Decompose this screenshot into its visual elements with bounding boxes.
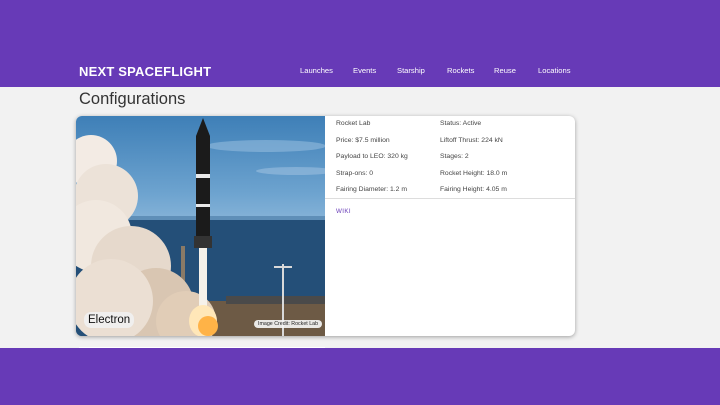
rocket-card: Electron Image Credit: Rocket Lab Rocket… bbox=[76, 116, 575, 336]
brand-logo[interactable]: NEXT SPACEFLIGHT bbox=[79, 64, 211, 79]
navbar: NEXT SPACEFLIGHT Launches Events Starshi… bbox=[0, 56, 720, 87]
fairing-height: Fairing Height: 4.05 m bbox=[440, 186, 507, 193]
nav-locations[interactable]: Locations bbox=[538, 66, 571, 75]
nav-starship[interactable]: Starship bbox=[397, 66, 425, 75]
rocket-height: Rocket Height: 18.0 m bbox=[440, 170, 508, 177]
divider bbox=[325, 198, 575, 199]
rocket-details: Rocket Lab Status: Active Price: $7.5 mi… bbox=[325, 116, 575, 336]
manufacturer: Rocket Lab bbox=[336, 120, 371, 127]
fairing-diameter: Fairing Diameter: 1.2 m bbox=[336, 186, 408, 193]
payload-leo: Payload to LEO: 320 kg bbox=[336, 153, 408, 160]
status: Status: Active bbox=[440, 120, 482, 127]
launch-photo bbox=[76, 118, 325, 336]
nav-launches[interactable]: Launches bbox=[300, 66, 333, 75]
liftoff-thrust: Liftoff Thrust: 224 kN bbox=[440, 137, 503, 144]
image-credit: Image Credit: Rocket Lab bbox=[254, 320, 323, 328]
rocket-image[interactable]: Electron Image Credit: Rocket Lab bbox=[76, 116, 325, 336]
nav-reuse[interactable]: Reuse bbox=[494, 66, 516, 75]
rocket-name-label: Electron bbox=[84, 312, 135, 328]
bottom-band bbox=[0, 348, 720, 405]
stages: Stages: 2 bbox=[440, 153, 469, 160]
nav-rockets[interactable]: Rockets bbox=[447, 66, 474, 75]
wiki-link[interactable]: WIKI bbox=[336, 208, 351, 215]
price: Price: $7.5 million bbox=[336, 137, 390, 144]
nav-events[interactable]: Events bbox=[353, 66, 376, 75]
strap-ons: Strap-ons: 0 bbox=[336, 170, 374, 177]
page-title: Configurations bbox=[79, 90, 186, 108]
